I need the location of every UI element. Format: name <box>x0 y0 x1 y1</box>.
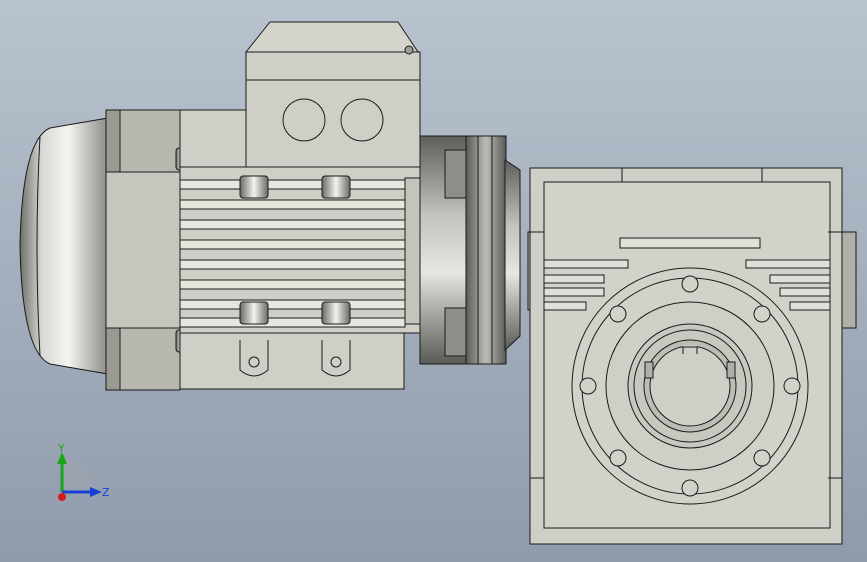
terminal-box-lid <box>244 21 419 53</box>
coupling-flange <box>465 135 507 365</box>
tie-rod-bolt-4 <box>321 301 351 325</box>
foot-hole-left <box>248 356 260 368</box>
hub-tab-left <box>644 361 654 379</box>
flange-bolt-top <box>444 149 470 199</box>
foot-hole-right <box>330 356 342 368</box>
tie-rod-bolt-2 <box>321 175 351 199</box>
output-shaft-cap <box>841 231 857 329</box>
cable-gland-right <box>340 98 384 142</box>
hub-tab-right <box>726 361 736 379</box>
fan-cover <box>19 117 109 375</box>
motor-feet <box>179 332 405 390</box>
z-arrow-icon <box>90 487 102 497</box>
x-axis-icon <box>58 493 66 501</box>
z-axis-label: Z <box>102 486 110 499</box>
worm-gearbox[interactable] <box>527 167 857 545</box>
graphics-viewport[interactable]: Y Z <box>0 0 867 562</box>
input-adapter <box>504 159 521 352</box>
terminal-box <box>245 51 421 168</box>
end-shield-center <box>105 171 181 329</box>
housing-top-step <box>621 167 763 183</box>
terminal-screw <box>404 45 414 55</box>
flange-bolt-bottom <box>444 307 470 357</box>
tie-rod-bolt-3 <box>239 301 269 325</box>
triad-plane <box>62 458 92 488</box>
housing-rib-top <box>619 237 761 249</box>
tie-rod-bolt-1 <box>239 175 269 199</box>
housing-shoulder <box>179 109 247 168</box>
y-axis-label: Y <box>58 442 65 455</box>
cad-model-view[interactable] <box>0 0 867 562</box>
output-bore <box>649 345 731 427</box>
cable-gland-left <box>282 98 326 142</box>
